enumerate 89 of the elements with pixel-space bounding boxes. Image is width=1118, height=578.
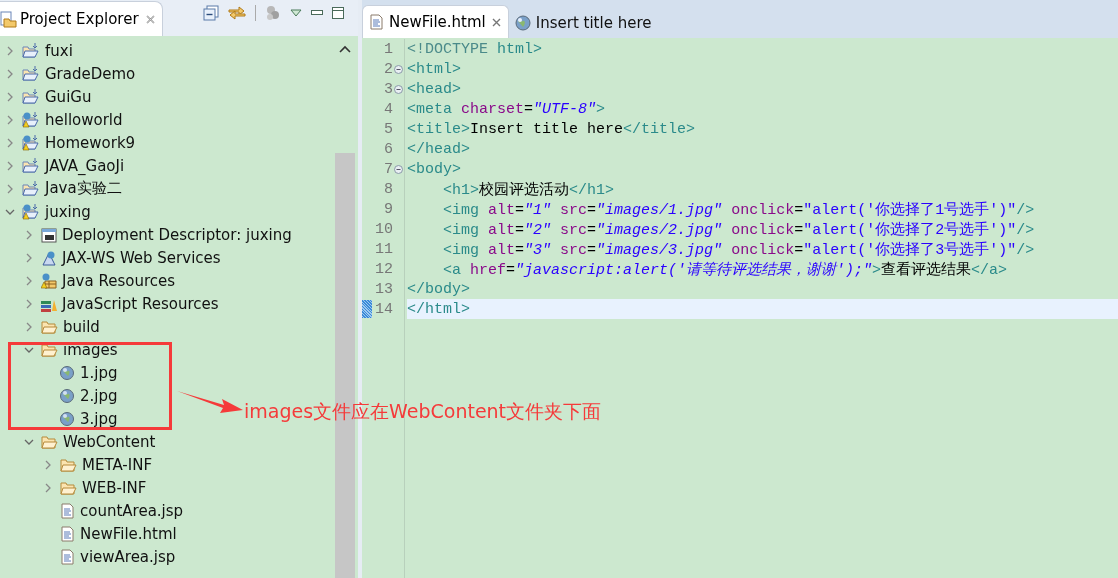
collapse-all-icon[interactable] <box>203 5 219 21</box>
code-line: <!DOCTYPE html> <box>407 40 543 58</box>
web-project-icon <box>22 134 40 151</box>
code-line: </body> <box>407 280 470 298</box>
tree-item[interactable]: build <box>61 317 100 336</box>
line-number: 12 <box>374 260 393 278</box>
line-number: 4 <box>383 100 393 118</box>
tree-item[interactable]: 2.jpg <box>78 386 118 405</box>
document-icon <box>60 502 75 519</box>
web-project-icon <box>22 203 40 220</box>
project-folder-icon <box>22 157 40 174</box>
globe-icon <box>514 15 531 31</box>
project-folder-icon <box>22 65 40 82</box>
project-folder-icon <box>22 42 40 59</box>
code-line: <img alt="1" src="images/1.jpg" onclick="alert('你选择了1号选手')"/> <box>442 200 1035 219</box>
tree-item[interactable]: Java Resources <box>60 271 176 290</box>
view-menu-icon[interactable] <box>290 9 302 17</box>
tree-item[interactable]: images <box>61 340 118 359</box>
code-line: <html> <box>407 60 461 78</box>
editor-tab[interactable]: NewFile.html <box>362 5 509 38</box>
code-line: <body> <box>407 160 461 178</box>
globe-icon <box>60 364 75 381</box>
code-line: <meta charset="UTF-8"> <box>407 100 606 118</box>
line-number: 8 <box>383 180 393 198</box>
scroll-up-icon[interactable] <box>339 45 351 53</box>
line-number: 11 <box>374 240 393 258</box>
tree-item[interactable]: Java实验二 <box>43 179 122 198</box>
document-icon <box>369 14 384 30</box>
tree-item[interactable]: fuxi <box>43 41 73 60</box>
globe-icon <box>60 387 75 404</box>
close-icon <box>490 16 502 28</box>
tree-item[interactable]: NewFile.html <box>78 524 177 543</box>
tree-item[interactable]: WEB-INF <box>80 478 147 497</box>
tree-item[interactable]: WebContent <box>61 432 156 451</box>
line-number: 2 <box>383 60 393 78</box>
tree-item[interactable]: 1.jpg <box>78 363 118 382</box>
code-line: <img alt="3" src="images/3.jpg" onclick="alert('你选择了3号选手')"/> <box>442 240 1035 259</box>
tree-item[interactable]: META-INF <box>80 455 153 474</box>
tree-item[interactable]: helloworld <box>43 110 123 129</box>
folder-icon <box>60 479 77 496</box>
web-service-icon <box>41 249 57 266</box>
tree-item[interactable]: JAX-WS Web Services <box>60 248 221 267</box>
tree-item[interactable]: JAVA_GaoJi <box>43 156 125 175</box>
code-line: <img alt="2" src="images/2.jpg" onclick="alert('你选择了2号选手')"/> <box>442 220 1035 239</box>
folder-icon <box>41 433 58 450</box>
globe-icon <box>60 410 75 427</box>
tree-item[interactable]: countArea.jsp <box>78 501 184 520</box>
line-number: 9 <box>383 200 393 218</box>
line-number: 1 <box>383 40 393 58</box>
gears-icon[interactable] <box>265 5 281 21</box>
code-line: <a href="javascript:alert('请等待评选结果，谢谢');">查看评选结果</a> <box>442 260 1008 279</box>
fold-icon[interactable] <box>393 64 403 74</box>
code-line: </html> <box>407 300 470 318</box>
line-number: 3 <box>383 80 393 98</box>
code-line: <head> <box>407 80 461 98</box>
resources-icon <box>41 272 57 289</box>
close-icon <box>144 13 156 25</box>
tree-item[interactable]: viewArea.jsp <box>78 547 176 566</box>
document-icon <box>60 548 75 565</box>
callout-arrow <box>176 389 244 415</box>
minimize-icon[interactable] <box>311 10 323 16</box>
web-project-icon <box>22 111 40 128</box>
code-line: </head> <box>407 140 470 158</box>
project-folder-icon <box>22 180 40 197</box>
project-folder-icon <box>22 88 40 105</box>
tree-item[interactable]: GradeDemo <box>43 64 136 83</box>
tree-item[interactable]: 3.jpg <box>78 409 118 428</box>
line-number: 10 <box>374 220 393 238</box>
folder-icon <box>60 456 77 473</box>
tree-item[interactable]: JavaScript Resources <box>60 294 219 313</box>
line-number: 13 <box>374 280 393 298</box>
tree-item[interactable]: Deployment Descriptor: juxing <box>60 225 292 244</box>
folder-icon <box>41 318 58 335</box>
line-number: 5 <box>383 120 393 138</box>
fold-icon[interactable] <box>393 164 403 174</box>
tree-item[interactable]: juxing <box>43 202 91 221</box>
annotation-text: images文件应在WebContent文件夹下面 <box>244 399 602 424</box>
line-number: 6 <box>383 140 393 158</box>
line-number: 14 <box>374 300 393 318</box>
line-number: 7 <box>383 160 393 178</box>
code-line: <title>Insert title here</title> <box>407 120 696 138</box>
link-arrows-icon[interactable] <box>228 5 246 21</box>
code-line: <h1>校园评选活动</h1> <box>442 180 615 199</box>
document-icon <box>60 525 75 542</box>
maximize-icon[interactable] <box>332 7 344 19</box>
fold-icon[interactable] <box>393 84 403 94</box>
tree-item[interactable]: GuiGu <box>43 87 92 106</box>
tree-item[interactable]: Homework9 <box>43 133 136 152</box>
descriptor-icon <box>41 226 57 243</box>
